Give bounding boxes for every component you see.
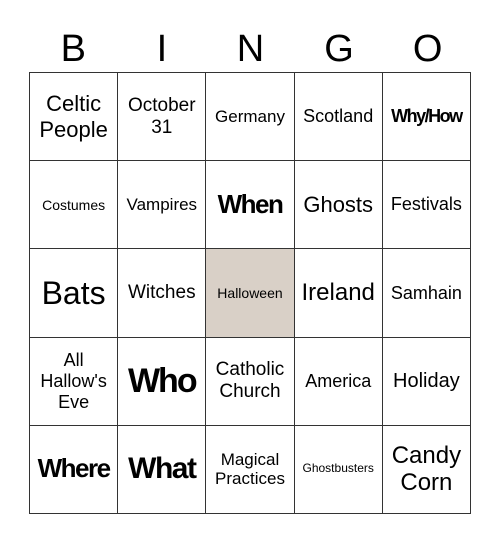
header-letter-n: N	[236, 28, 265, 70]
bingo-cell[interactable]: America	[294, 337, 383, 426]
bingo-cell[interactable]: All Hallow's Eve	[30, 337, 119, 426]
bingo-header: B I N G O	[29, 26, 472, 72]
bingo-cell[interactable]: Scotland	[294, 73, 383, 162]
bingo-cell[interactable]: Festivals	[382, 161, 471, 250]
header-letter-i: I	[156, 28, 168, 70]
bingo-cell[interactable]: What	[118, 425, 207, 514]
bingo-cell[interactable]: Who	[118, 337, 207, 426]
bingo-cell[interactable]: Costumes	[30, 161, 119, 250]
header-letter-b: B	[60, 28, 86, 70]
bingo-cell[interactable]: Where	[30, 425, 119, 514]
bingo-cell[interactable]: Ghosts	[294, 161, 383, 250]
bingo-cell[interactable]: When	[206, 161, 295, 250]
bingo-cell[interactable]: Celtic People	[30, 73, 119, 162]
bingo-cell[interactable]: Holiday	[382, 337, 471, 426]
bingo-cell[interactable]: Candy Corn	[382, 425, 471, 514]
bingo-cell[interactable]: Samhain	[382, 249, 471, 338]
bingo-cell[interactable]: Bats	[30, 249, 119, 338]
bingo-cell[interactable]: Magical Practices	[206, 425, 295, 514]
bingo-cell[interactable]: October 31	[118, 73, 207, 162]
bingo-cell[interactable]: Why/How	[382, 73, 471, 162]
bingo-cell[interactable]: Germany	[206, 73, 295, 162]
bingo-grid: Celtic People October 31 Germany Scotlan…	[29, 72, 471, 514]
bingo-cell[interactable]: Vampires	[118, 161, 207, 250]
bingo-cell[interactable]: Ghostbusters	[294, 425, 383, 514]
header-letter-g: G	[324, 28, 354, 70]
bingo-cell[interactable]: Ireland	[294, 249, 383, 338]
free-space-cell[interactable]: Halloween	[206, 249, 295, 338]
header-letter-o: O	[412, 28, 443, 70]
bingo-cell[interactable]: Witches	[118, 249, 207, 338]
bingo-cell[interactable]: Catholic Church	[206, 337, 295, 426]
